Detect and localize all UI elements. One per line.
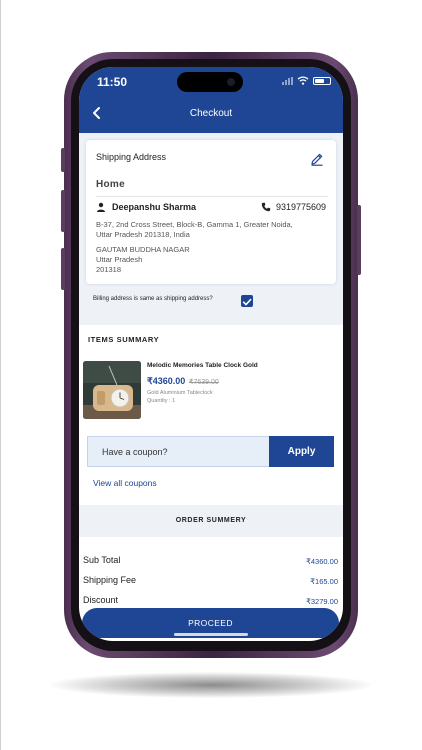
product-variant: Gold Aluminium Tableclock bbox=[147, 390, 213, 396]
app-screen: 11:50 Checkout Shipping Address Home Dee… bbox=[79, 67, 343, 641]
page-edge-line bbox=[0, 0, 1, 750]
phone-icon bbox=[261, 202, 271, 212]
product-thumbnail[interactable] bbox=[83, 361, 141, 419]
product-mrp: ₹7639.00 bbox=[189, 379, 219, 386]
wifi-icon bbox=[297, 76, 309, 85]
view-all-coupons-link[interactable]: View all coupons bbox=[93, 478, 157, 488]
items-summary-title: ITEMS SUMMARY bbox=[88, 335, 160, 344]
address-lines: B-37, 2nd Cross Street, Block-B, Gamma 1… bbox=[96, 220, 328, 240]
phone-power-button bbox=[357, 205, 361, 275]
phone-shadow bbox=[50, 672, 372, 698]
subtotal-value: ₹4360.00 bbox=[306, 557, 338, 566]
address-line-2: Uttar Pradesh 201318, India bbox=[96, 230, 190, 239]
person-icon bbox=[97, 202, 105, 212]
subtotal-label: Sub Total bbox=[83, 555, 121, 565]
apply-coupon-button[interactable]: Apply bbox=[269, 436, 334, 467]
address-pincode: 201318 bbox=[96, 265, 122, 274]
order-summary-title: ORDER SUMMERY bbox=[175, 517, 247, 524]
address-type-label: Home bbox=[96, 179, 125, 190]
clock-product-image bbox=[83, 361, 141, 419]
divider bbox=[96, 196, 328, 197]
shipping-address-title: Shipping Address bbox=[96, 152, 167, 162]
shipping-fee-value: ₹165.00 bbox=[310, 577, 338, 586]
address-state: Uttar Pradesh bbox=[96, 255, 143, 264]
camera-icon bbox=[227, 78, 235, 86]
billing-same-label: Billing address is same as shipping addr… bbox=[93, 296, 213, 302]
recipient-phone: 9319775609 bbox=[276, 202, 327, 212]
coupon-input[interactable] bbox=[88, 437, 269, 466]
address-city: GAUTAM BUDDHA NAGAR bbox=[96, 245, 190, 254]
shipping-address-card: Shipping Address Home Deepanshu Sharma 9… bbox=[86, 140, 336, 284]
product-name[interactable]: Melodic Memories Table Clock Gold bbox=[147, 362, 258, 369]
status-time: 11:50 bbox=[97, 75, 128, 89]
address-line-1: B-37, 2nd Cross Street, Block-B, Gamma 1… bbox=[96, 220, 293, 229]
product-price: ₹4360.00 bbox=[147, 376, 186, 386]
phone-volume-down-button bbox=[61, 248, 65, 290]
billing-same-checkbox[interactable] bbox=[241, 295, 253, 307]
dynamic-island bbox=[177, 72, 243, 92]
address-city-block: GAUTAM BUDDHA NAGAR Uttar Pradesh 201318 bbox=[96, 245, 190, 275]
checkbox-check-icon bbox=[242, 298, 252, 306]
discount-value: ₹3279.00 bbox=[306, 597, 338, 606]
app-header: 11:50 Checkout bbox=[79, 67, 343, 133]
discount-label: Discount bbox=[83, 595, 119, 605]
shipping-fee-label: Shipping Fee bbox=[83, 575, 137, 585]
battery-icon bbox=[313, 76, 331, 85]
phone-volume-up-button bbox=[61, 190, 65, 232]
signal-icon bbox=[282, 76, 293, 85]
home-indicator bbox=[174, 633, 248, 636]
page-title: Checkout bbox=[189, 108, 233, 119]
product-quantity: Quantity : 1 bbox=[147, 398, 176, 404]
phone-mute-button bbox=[61, 148, 65, 172]
recipient-name: Deepanshu Sharma bbox=[112, 202, 197, 212]
status-icons bbox=[282, 76, 331, 85]
edit-pencil-icon[interactable] bbox=[310, 152, 324, 166]
coupon-field-box bbox=[87, 436, 270, 467]
